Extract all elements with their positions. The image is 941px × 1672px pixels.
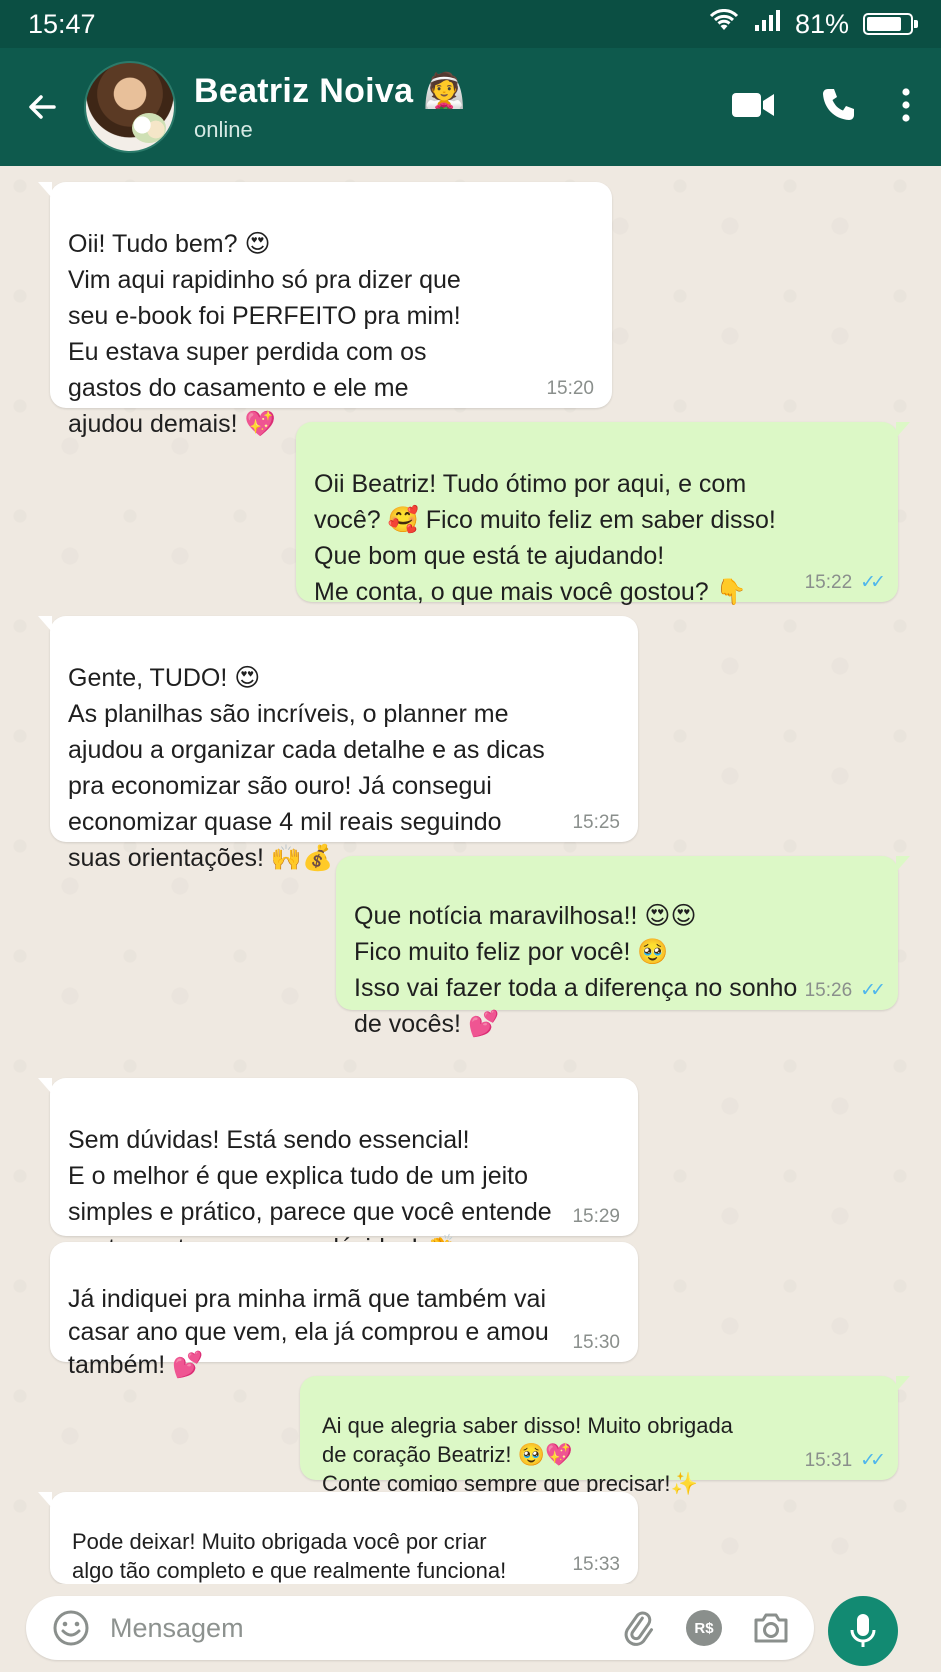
contact-status: online <box>194 117 253 142</box>
more-options-icon[interactable] <box>901 87 911 128</box>
input-actions: R$ <box>620 1610 790 1646</box>
message-text: Já indiquei pra minha irmã que também va… <box>68 1285 549 1379</box>
battery-fill <box>867 17 902 31</box>
avatar[interactable] <box>84 61 176 153</box>
message-meta: 15:31 ✓✓ <box>804 1450 886 1472</box>
message-time: 15:22 <box>804 572 853 593</box>
message-incoming[interactable]: Já indiquei pra minha irmã que também va… <box>50 1242 638 1379</box>
message-input-container[interactable]: Mensagem R$ <box>26 1596 814 1660</box>
chat-header: Beatriz Noiva 👰 online <box>0 48 941 166</box>
arrow-left-icon <box>29 95 56 119</box>
message-meta: 15:22 ✓✓ <box>804 572 886 594</box>
message-time: 15:31 <box>804 1450 853 1471</box>
message-meta: 15:33 <box>572 1554 620 1576</box>
message-meta: 15:26 ✓✓ <box>804 980 886 1002</box>
message-outgoing[interactable]: Ai que alegria saber disso! Muito obriga… <box>300 1376 910 1496</box>
message-time: 15:29 <box>572 1206 620 1227</box>
message-outgoing[interactable]: Que notícia maravilhosa!! 😍😍 Fico muito … <box>336 856 910 1038</box>
message-text: Gente, TUDO! 😍 As planilhas são incrívei… <box>68 664 545 872</box>
battery-icon <box>863 13 918 35</box>
composer-bar: Mensagem R$ <box>0 1584 941 1672</box>
contact-info[interactable]: Beatriz Noiva 👰 online <box>194 71 731 143</box>
attach-icon[interactable] <box>620 1610 656 1646</box>
message-text: Que notícia maravilhosa!! 😍😍 Fico muito … <box>354 902 798 1038</box>
message-text: Oii Beatriz! Tudo ótimo por aqui, e com … <box>314 470 776 606</box>
message-text: Oii! Tudo bem? 😍 Vim aqui rapidinho só p… <box>68 230 461 438</box>
mic-button[interactable] <box>828 1596 898 1666</box>
message-meta: 15:29 <box>572 1206 620 1228</box>
read-ticks-icon: ✓✓ <box>860 1450 886 1471</box>
phone-call-icon[interactable] <box>819 86 857 129</box>
bouquet-icon <box>132 113 166 143</box>
message-list[interactable]: Oii! Tudo bem? 😍 Vim aqui rapidinho só p… <box>0 166 941 1612</box>
message-meta: 15:30 <box>572 1332 620 1354</box>
microphone-icon <box>850 1614 876 1647</box>
wifi-icon <box>709 8 739 40</box>
message-time: 15:20 <box>546 378 594 399</box>
message-meta: 15:20 <box>546 378 594 400</box>
message-input[interactable]: Mensagem <box>110 1613 620 1644</box>
video-call-icon[interactable] <box>731 90 775 125</box>
message-time: 15:26 <box>804 980 853 1001</box>
message-time: 15:33 <box>572 1554 620 1575</box>
read-ticks-icon: ✓✓ <box>860 572 886 593</box>
message-text: Ai que alegria saber disso! Muito obriga… <box>322 1413 733 1496</box>
message-meta: 15:25 <box>572 812 620 834</box>
message-incoming[interactable]: Sem dúvidas! Está sendo essencial! E o m… <box>38 1078 638 1262</box>
message-incoming[interactable]: Pode deixar! Muito obrigada você por cri… <box>38 1492 638 1612</box>
back-button[interactable] <box>0 48 84 166</box>
status-bar: 15:47 81% <box>0 0 941 48</box>
message-time: 15:25 <box>572 812 620 833</box>
emoji-icon[interactable] <box>52 1609 90 1647</box>
message-incoming[interactable]: Oii! Tudo bem? 😍 Vim aqui rapidinho só p… <box>38 182 612 438</box>
read-ticks-icon: ✓✓ <box>860 980 886 1001</box>
message-time: 15:30 <box>572 1332 620 1353</box>
contact-name: Beatriz Noiva 👰 <box>194 72 466 110</box>
camera-icon[interactable] <box>752 1611 790 1645</box>
header-actions <box>731 86 941 129</box>
payment-icon[interactable]: R$ <box>686 1610 722 1646</box>
status-time: 15:47 <box>28 8 96 39</box>
status-icons: 81% <box>709 8 918 40</box>
battery-percent: 81% <box>794 8 849 39</box>
signal-icon <box>753 9 781 40</box>
message-outgoing[interactable]: Oii Beatriz! Tudo ótimo por aqui, e com … <box>296 422 910 606</box>
message-incoming[interactable]: Gente, TUDO! 😍 As planilhas são incrívei… <box>38 616 638 872</box>
